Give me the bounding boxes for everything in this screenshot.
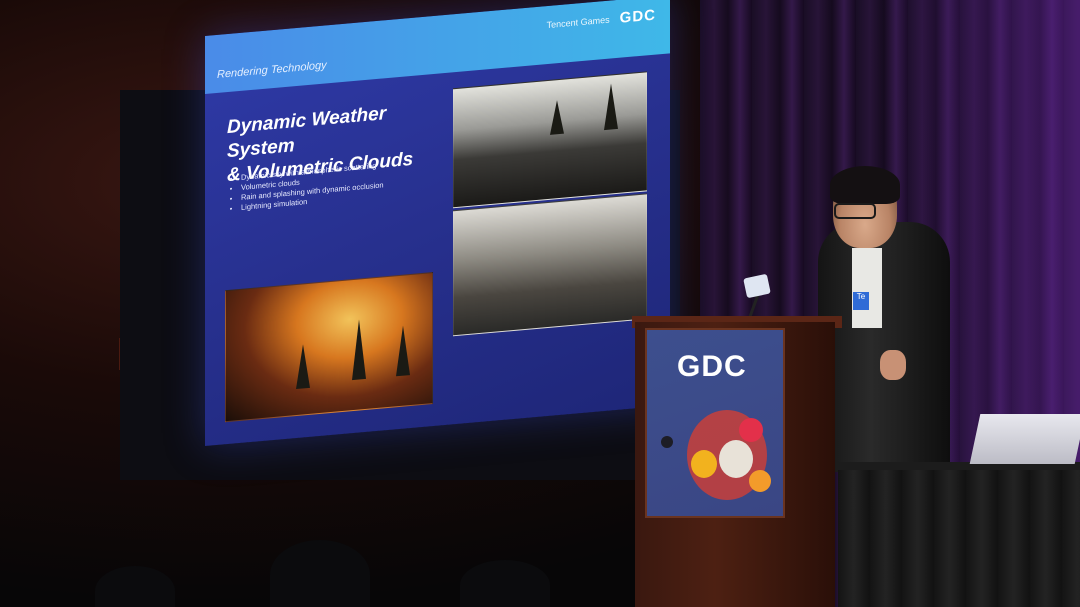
podium-gdc-sign: GDC xyxy=(645,328,785,518)
speaker-hand xyxy=(880,350,906,380)
game-screenshot-sunset-fire xyxy=(225,272,433,423)
draped-table xyxy=(838,470,1080,607)
audience-head xyxy=(95,566,175,607)
speaker-jacket xyxy=(818,222,950,472)
glasses xyxy=(834,203,876,219)
slide-brand: Tencent Games GDC xyxy=(547,7,656,34)
name-badge: Te xyxy=(853,292,869,310)
presentation-slide: Rendering Technology Tencent Games GDC D… xyxy=(205,0,670,446)
gdc-logo: GDC xyxy=(619,6,656,27)
speaker-hair xyxy=(830,166,900,204)
section-label: Rendering Technology xyxy=(217,59,327,81)
tencent-games-logo: Tencent Games xyxy=(546,14,610,30)
game-screenshot-snow-forest xyxy=(453,71,647,209)
podium-gdc-logo: GDC xyxy=(677,350,747,383)
audience-head xyxy=(460,560,550,607)
laptop xyxy=(969,414,1080,464)
audience-head xyxy=(270,540,370,607)
game-screenshot-building xyxy=(453,193,647,337)
conference-photo: Rendering Technology Tencent Games GDC D… xyxy=(0,0,1080,607)
speaker-shirt xyxy=(852,248,882,328)
